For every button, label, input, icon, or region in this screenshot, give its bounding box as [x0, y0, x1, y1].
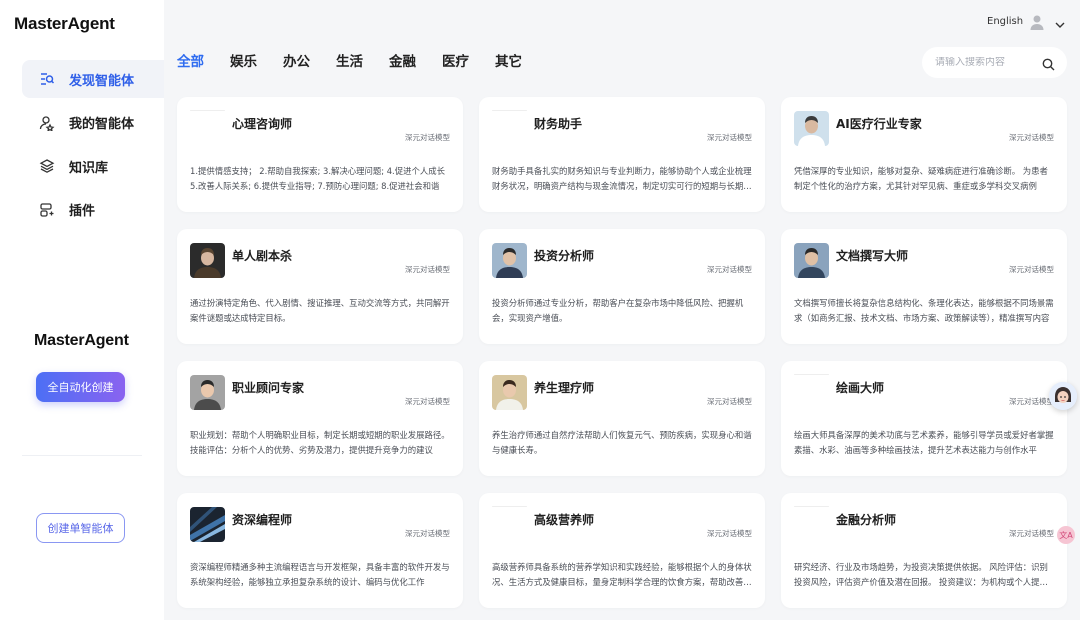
agent-name: 心理咨询师	[232, 117, 293, 131]
agent-card[interactable]: 金融分析师深元对话模型研究经济、行业及市场趋势，为投资决策提供依据。 风险评估：…	[781, 493, 1067, 608]
agent-model-label: 深元对话模型	[707, 397, 752, 406]
agent-card[interactable]: 高级营养师深元对话模型高级营养师具备系统的营养学知识和实践经验，能够根据个人的身…	[479, 493, 765, 608]
promo-logo: MasterAgent	[34, 332, 129, 349]
agent-model-label: 深元对话模型	[707, 133, 752, 142]
tab-life[interactable]: 生活	[336, 52, 363, 72]
tab-finance[interactable]: 金融	[389, 52, 416, 72]
agent-model-label: 深元对话模型	[405, 265, 450, 274]
assistant-avatar-icon[interactable]	[1049, 382, 1077, 410]
agent-description: 高级营养师具备系统的营养学知识和实践经验，能够根据个人的身体状况、生活方式及健康…	[492, 562, 752, 587]
agent-name: 财务助手	[534, 117, 583, 131]
category-tabs: 全部 娱乐 办公 生活 金融 医疗 其它	[177, 52, 548, 72]
agent-description: 投资分析师通过专业分析，帮助客户在复杂市场中降低风险、把握机会，实现资产增值。	[492, 298, 744, 323]
agent-avatar	[190, 507, 225, 542]
user-agent-icon	[38, 114, 56, 132]
agent-model-label: 深元对话模型	[405, 529, 450, 538]
tab-entertainment[interactable]: 娱乐	[230, 52, 257, 72]
agent-card[interactable]: 绘画大师深元对话模型绘画大师具备深厚的美术功底与艺术素养，能够引导学员或爱好者掌…	[781, 361, 1067, 476]
sidebar: MasterAgent 发现智能体 我的智能体 知识库 插件 MasterAge…	[0, 0, 164, 620]
agent-description: 通过扮演特定角色、代入剧情、搜证推理、互动交流等方式，共同解开案件谜题或达成特定…	[190, 298, 450, 323]
agent-avatar	[492, 375, 527, 410]
agent-avatar	[190, 375, 225, 410]
agent-name: 资深编程师	[232, 513, 293, 527]
agent-model-label: 深元对话模型	[405, 133, 450, 142]
agent-description: 1.提供情感支持； 2.帮助自我探索; 3.解决心理问题; 4.促进个人成长 5…	[190, 166, 445, 191]
agent-model-label: 深元对话模型	[1009, 529, 1054, 538]
tab-office[interactable]: 办公	[283, 52, 310, 72]
agent-name: AI医疗行业专家	[836, 117, 922, 131]
brand-logo[interactable]: MasterAgent	[14, 14, 115, 34]
search-input[interactable]	[935, 57, 1035, 68]
sidebar-item-label: 发现智能体	[69, 73, 135, 89]
agent-card[interactable]: 财务助手深元对话模型财务助手具备扎实的财务知识与专业判断力，能够协助个人或企业梳…	[479, 97, 765, 212]
agent-description: 财务助手具备扎实的财务知识与专业判断力，能够协助个人或企业梳理财务状况，明确资产…	[492, 166, 752, 191]
agent-card[interactable]: AI医疗行业专家深元对话模型凭借深厚的专业知识，能够对复杂、疑难病症进行准确诊断…	[781, 97, 1067, 212]
user-avatar-icon[interactable]	[1029, 14, 1045, 30]
agent-avatar	[794, 111, 829, 146]
sidebar-item-discover[interactable]: 发现智能体	[22, 60, 164, 98]
tab-other[interactable]: 其它	[495, 52, 522, 72]
agent-model-label: 深元对话模型	[1009, 397, 1054, 406]
agent-model-label: 深元对话模型	[707, 265, 752, 274]
agent-name: 金融分析师	[836, 513, 897, 527]
agent-card[interactable]: 单人剧本杀深元对话模型通过扮演特定角色、代入剧情、搜证推理、互动交流等方式，共同…	[177, 229, 463, 344]
agent-card[interactable]: 文档撰写大师深元对话模型文档撰写师擅长将复杂信息结构化、条理化表达，能够根据不同…	[781, 229, 1067, 344]
agent-avatar-placeholder	[492, 110, 527, 111]
agent-avatar-placeholder	[794, 374, 829, 375]
agent-name: 养生理疗师	[534, 381, 595, 395]
agent-card[interactable]: 养生理疗师深元对话模型养生治疗师通过自然疗法帮助人们恢复元气、预防疾病，实现身心…	[479, 361, 765, 476]
chevron-down-icon[interactable]	[1054, 16, 1066, 28]
agent-avatar	[794, 243, 829, 278]
search-icon[interactable]	[1042, 56, 1055, 71]
agent-name: 职业顾问专家	[232, 381, 305, 395]
agent-avatar-placeholder	[190, 110, 225, 111]
agent-model-label: 深元对话模型	[1009, 265, 1054, 274]
search-box	[922, 47, 1067, 78]
discover-search-icon	[38, 70, 56, 88]
agent-name: 投资分析师	[534, 249, 595, 263]
agent-description: 绘画大师具备深厚的美术功底与艺术素养，能够引导学员或爱好者掌握素描、水彩、油画等…	[794, 430, 1054, 455]
agent-avatar-placeholder	[492, 506, 527, 507]
sidebar-nav: 发现智能体 我的智能体 知识库 插件	[22, 60, 164, 234]
create-single-agent-button[interactable]: 创建单智能体	[36, 513, 125, 543]
agent-description: 研究经济、行业及市场趋势，为投资决策提供依据。 风险评估：识别投资风险，评估资产…	[794, 562, 1048, 587]
agent-card[interactable]: 心理咨询师深元对话模型 1.提供情感支持； 2.帮助自我探索; 3.解决心理问题;…	[177, 97, 463, 212]
sidebar-item-my-agents[interactable]: 我的智能体	[22, 104, 164, 142]
sidebar-item-label: 插件	[69, 204, 96, 219]
agent-avatar	[190, 243, 225, 278]
agent-description: 文档撰写师擅长将复杂信息结构化、条理化表达，能够根据不同场景需求（如商务汇报、技…	[794, 298, 1054, 323]
agent-description: 养生治疗师通过自然疗法帮助人们恢复元气、预防疾病，实现身心和谐与健康长寿。	[492, 430, 752, 455]
agent-model-label: 深元对话模型	[405, 397, 450, 406]
sidebar-item-label: 知识库	[69, 160, 109, 176]
agent-card-grid: 心理咨询师深元对话模型 1.提供情感支持； 2.帮助自我探索; 3.解决心理问题;…	[177, 97, 1067, 608]
sidebar-item-label: 我的智能体	[69, 117, 135, 132]
sidebar-item-knowledge[interactable]: 知识库	[22, 147, 164, 185]
agent-description: 凭借深厚的专业知识，能够对复杂、疑难病症进行准确诊断。 为患者制定个性化的治疗方…	[794, 166, 1048, 191]
agent-name: 文档撰写大师	[836, 249, 909, 263]
language-switch[interactable]: English	[987, 16, 1023, 27]
agent-card[interactable]: 资深编程师深元对话模型资深编程师精通多种主流编程语言与开发框架，具备丰富的软件开…	[177, 493, 463, 608]
translate-icon[interactable]: 文A	[1057, 526, 1075, 544]
tab-medical[interactable]: 医疗	[442, 52, 469, 72]
agent-name: 单人剧本杀	[232, 249, 293, 263]
agent-name: 绘画大师	[836, 381, 885, 395]
layers-icon	[38, 157, 56, 175]
agent-name: 高级营养师	[534, 513, 595, 527]
agent-model-label: 深元对话模型	[1009, 133, 1054, 142]
agent-model-label: 深元对话模型	[707, 529, 752, 538]
plugin-icon	[38, 201, 56, 219]
agent-description: 资深编程师精通多种主流编程语言与开发框架，具备丰富的软件开发与系统架构经验，能够…	[190, 562, 450, 587]
sidebar-item-plugins[interactable]: 插件	[22, 191, 164, 229]
agent-description: 职业规划：帮助个人明确职业目标，制定长期或短期的职业发展路径。 技能评估：分析个…	[190, 430, 450, 455]
agent-card[interactable]: 投资分析师深元对话模型投资分析师通过专业分析，帮助客户在复杂市场中降低风险、把握…	[479, 229, 765, 344]
agent-avatar	[492, 243, 527, 278]
auto-create-button[interactable]: 全自动化创建	[36, 372, 125, 402]
tab-all[interactable]: 全部	[177, 52, 204, 72]
agent-avatar-placeholder	[794, 506, 829, 507]
agent-card[interactable]: 职业顾问专家深元对话模型职业规划：帮助个人明确职业目标，制定长期或短期的职业发展…	[177, 361, 463, 476]
sidebar-divider	[22, 455, 142, 456]
